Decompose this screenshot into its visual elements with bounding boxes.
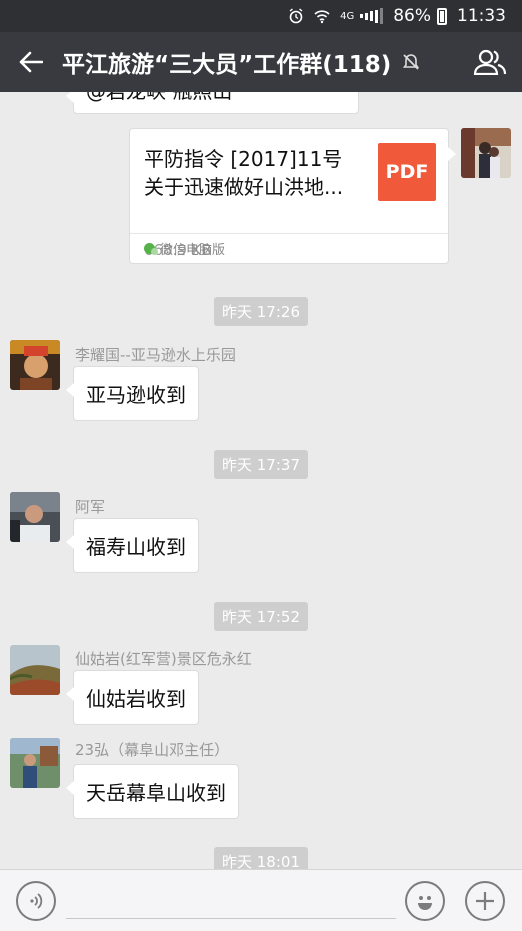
sender-avatar[interactable] xyxy=(10,340,60,390)
message-bubble[interactable]: 福寿山收到 xyxy=(66,518,199,573)
partial-message-bubble[interactable]: @岩龙峡 瓶照山 xyxy=(66,92,359,114)
people-icon xyxy=(473,49,507,75)
clock: 11:33 xyxy=(457,6,506,26)
sender-name: 李耀国--亚马逊水上乐园 xyxy=(75,346,236,364)
wechat-icon xyxy=(144,243,158,255)
message-bubble[interactable]: 仙姑岩收到 xyxy=(66,670,199,725)
message-text: 亚马逊收到 xyxy=(86,383,186,407)
timestamp: 昨天 17:52 xyxy=(214,602,308,631)
message-bubble[interactable]: 亚马逊收到 xyxy=(66,366,199,421)
input-bar xyxy=(0,869,522,931)
chat-area[interactable]: @岩龙峡 瓶照山 平防指令 [2017]11号 关于迅速做好山洪地... 668… xyxy=(0,92,522,869)
signal-icon xyxy=(360,8,384,24)
chat-header: 平江旅游“三大员”工作群(118) xyxy=(0,32,522,92)
sender-avatar[interactable] xyxy=(10,738,60,788)
message-text: 福寿山收到 xyxy=(86,535,186,559)
message-text: 仙姑岩收到 xyxy=(86,687,186,711)
file-title-line1: 平防指令 [2017]11号 xyxy=(144,147,343,171)
battery-percent: 86% xyxy=(393,6,431,26)
partial-message-text: @岩龙峡 瓶照山 xyxy=(86,92,232,104)
status-bar: 4G 86% 11:33 xyxy=(0,0,522,32)
group-members-button[interactable] xyxy=(470,32,510,92)
file-title-line2: 关于迅速做好山洪地... xyxy=(144,175,344,199)
timestamp: 昨天 18:01 xyxy=(214,847,308,869)
network-type: 4G xyxy=(340,10,355,22)
pdf-file-icon: PDF xyxy=(378,143,436,201)
emoji-icon xyxy=(418,896,432,910)
emoji-button[interactable] xyxy=(405,881,445,921)
plus-icon xyxy=(476,892,494,910)
voice-toggle-button[interactable] xyxy=(16,881,56,921)
sender-name: 23弘（幕阜山邓主任） xyxy=(75,741,230,759)
wifi-icon xyxy=(314,8,330,24)
file-title: 平防指令 [2017]11号 关于迅速做好山洪地... xyxy=(144,145,364,201)
sender-avatar[interactable] xyxy=(10,492,60,542)
sender-avatar[interactable] xyxy=(10,645,60,695)
file-source: 微信电脑版 xyxy=(130,233,448,263)
pdf-file-message[interactable]: 平防指令 [2017]11号 关于迅速做好山洪地... 668.9 KB PDF… xyxy=(129,128,456,264)
sender-name: 阿军 xyxy=(75,498,106,516)
chat-title: 平江旅游“三大员”工作群(118) xyxy=(62,52,392,78)
timestamp: 昨天 17:26 xyxy=(214,297,308,326)
alarm-icon xyxy=(288,8,304,24)
message-text: 天岳幕阜山收到 xyxy=(86,781,226,805)
battery-icon xyxy=(437,7,447,25)
message-bubble[interactable]: 天岳幕阜山收到 xyxy=(66,764,239,819)
more-options-button[interactable] xyxy=(465,881,505,921)
timestamp: 昨天 17:37 xyxy=(214,450,308,479)
back-button[interactable] xyxy=(0,32,62,92)
file-source-label: 微信电脑版 xyxy=(160,243,226,258)
message-input[interactable] xyxy=(66,918,396,919)
my-avatar[interactable] xyxy=(461,128,511,178)
voice-icon xyxy=(30,893,43,909)
back-arrow-icon xyxy=(19,51,43,73)
mute-bell-icon xyxy=(401,52,421,72)
sender-name: 仙姑岩(红军营)景区危永红 xyxy=(75,650,252,668)
